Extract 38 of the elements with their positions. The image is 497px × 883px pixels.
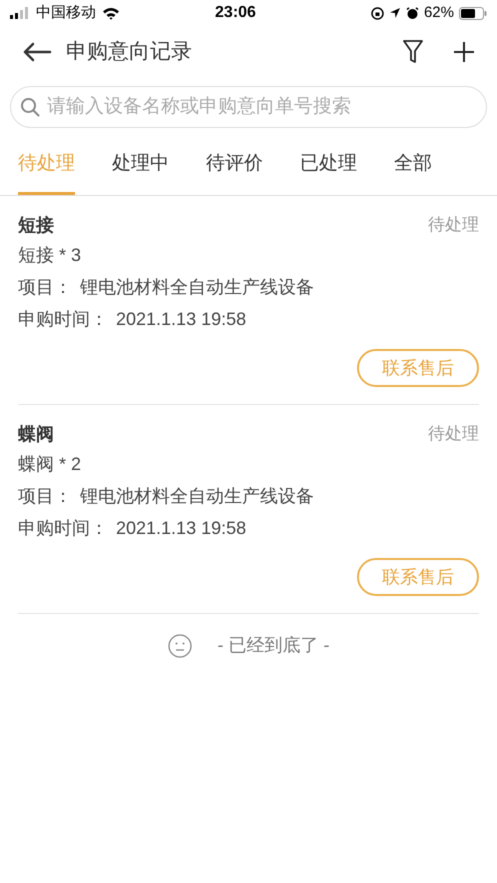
carrier-name: 中国移动: [36, 2, 96, 23]
rotation-lock-icon: [370, 6, 384, 20]
project-name: 锂电池材料全自动生产线设备: [80, 484, 314, 508]
page-title: 申购意向记录: [66, 39, 193, 66]
battery-percent: 62%: [424, 2, 454, 23]
status-label: 待处理: [428, 214, 479, 236]
tab[interactable]: 全部: [394, 150, 432, 195]
add-button[interactable]: [453, 41, 475, 63]
status-label: 待处理: [428, 423, 479, 446]
project-name: 锂电池材料全自动生产线设备: [80, 276, 314, 298]
clock-time: 23:06: [215, 3, 257, 23]
wifi-icon: [102, 6, 120, 20]
item-name: 短接: [18, 214, 54, 236]
plus-icon: [453, 41, 475, 63]
item-name: 蝶阀: [18, 422, 54, 446]
item-quantity: 短接 * 3: [18, 244, 82, 266]
field-label: 项目：: [18, 484, 72, 508]
field-label: 申购时间：: [18, 516, 108, 540]
filter-icon: [403, 40, 423, 64]
field-label: 申购时间：: [18, 308, 108, 330]
location-icon: [388, 7, 401, 19]
back-arrow-icon: [22, 42, 52, 62]
filter-button[interactable]: [403, 40, 423, 64]
signal-icon: [10, 7, 30, 19]
back-button[interactable]: [22, 42, 52, 62]
neutral-face-icon: [168, 634, 192, 658]
tab[interactable]: 已处理: [300, 150, 357, 195]
alarm-icon: [406, 6, 419, 20]
battery-icon: [458, 6, 487, 20]
request-time: 2021.1.13 19:58: [116, 516, 246, 540]
item-quantity: 蝶阀 * 2: [18, 452, 82, 476]
end-of-list-text: - 已经到底了 -: [218, 634, 330, 657]
tab[interactable]: 待评价: [206, 150, 263, 195]
request-time: 2021.1.13 19:58: [116, 308, 246, 330]
tab[interactable]: 处理中: [112, 150, 169, 195]
search-field[interactable]: 请输入设备名称或申购意向单号搜索: [10, 86, 487, 128]
field-label: 项目：: [18, 276, 72, 298]
search-icon: [20, 97, 40, 117]
